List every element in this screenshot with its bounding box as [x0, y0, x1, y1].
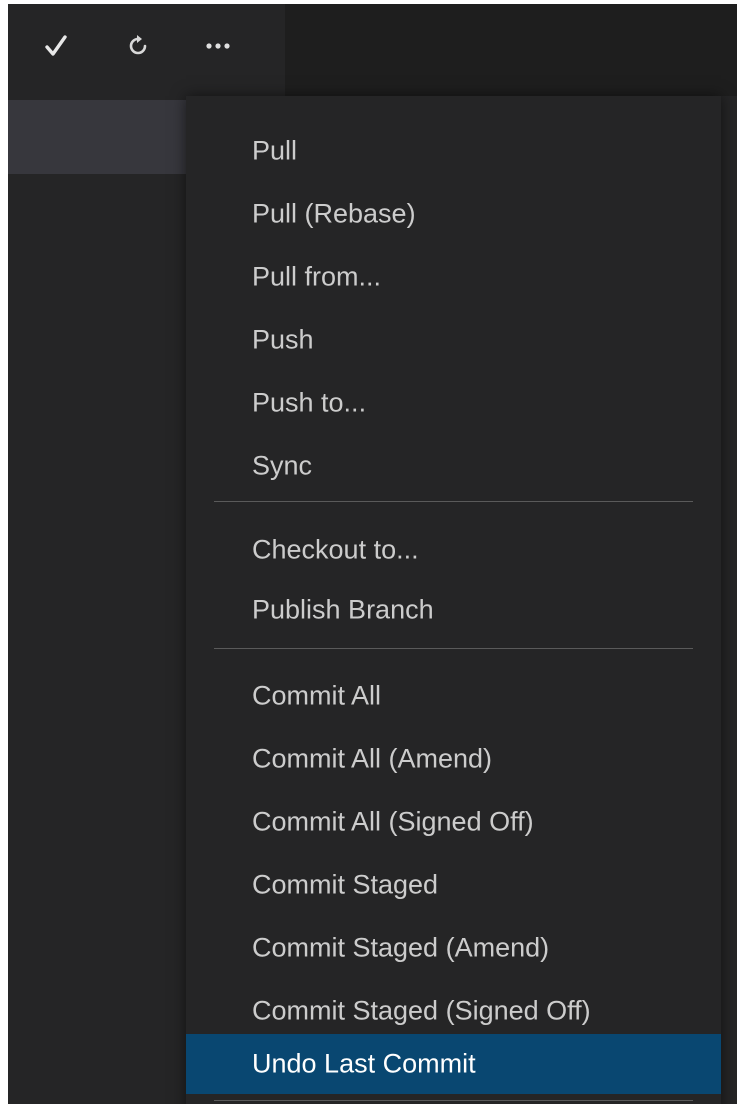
menu-item-pull-rebase[interactable]: Pull (Rebase) — [186, 184, 721, 244]
menu-item-label: Checkout to... — [252, 534, 419, 565]
screenshot-border — [0, 1104, 739, 1109]
menu-item-commit-all-signed-off[interactable]: Commit All (Signed Off) — [186, 792, 721, 852]
commit-button[interactable] — [36, 26, 76, 66]
selected-list-row[interactable] — [8, 100, 186, 174]
check-icon — [45, 35, 67, 56]
menu-item-label: Commit All (Amend) — [252, 743, 493, 774]
scm-toolbar — [8, 4, 285, 96]
menu-item-label: Commit Staged (Amend) — [252, 932, 550, 963]
menu-item-checkout-to[interactable]: Checkout to... — [186, 520, 721, 580]
menu-item-label: Undo Last Commit — [252, 1048, 476, 1079]
menu-item-commit-staged-amend[interactable]: Commit Staged (Amend) — [186, 918, 721, 978]
refresh-button[interactable] — [118, 26, 158, 66]
menu-separator — [214, 648, 693, 649]
menu-item-pull-from[interactable]: Pull from... — [186, 247, 721, 307]
menu-item-label: Commit All — [252, 680, 382, 711]
menu-separator — [214, 1100, 693, 1101]
menu-item-label: Commit Staged (Signed Off) — [252, 995, 591, 1026]
menu-item-label: Pull (Rebase) — [252, 198, 416, 229]
menu-item-label: Sync — [252, 450, 313, 481]
menu-item-label: Commit Staged — [252, 869, 439, 900]
menu-item-label: Pull from... — [252, 261, 382, 292]
more-actions-menu: Pull Pull (Rebase) Pull from... Push Pus… — [186, 96, 721, 1104]
scm-panel: Pull Pull (Rebase) Pull from... Push Pus… — [8, 4, 737, 1104]
menu-item-label: Pull — [252, 135, 298, 166]
more-actions-button[interactable] — [198, 26, 238, 66]
menu-item-label: Push to... — [252, 387, 367, 418]
menu-item-commit-staged[interactable]: Commit Staged — [186, 855, 721, 915]
more-icon — [206, 43, 230, 49]
menu-item-commit-all[interactable]: Commit All — [186, 666, 721, 726]
menu-item-label: Publish Branch — [252, 594, 434, 625]
menu-item-undo-last-commit[interactable]: Undo Last Commit — [186, 1034, 721, 1094]
menu-item-publish-branch[interactable]: Publish Branch — [186, 580, 721, 640]
menu-item-commit-staged-signed-off[interactable]: Commit Staged (Signed Off) — [186, 981, 721, 1041]
menu-item-sync[interactable]: Sync — [186, 436, 721, 496]
menu-separator — [214, 501, 693, 502]
menu-item-pull[interactable]: Pull — [186, 121, 721, 181]
menu-item-push-to[interactable]: Push to... — [186, 373, 721, 433]
menu-item-label: Commit All (Signed Off) — [252, 806, 534, 837]
menu-item-push[interactable]: Push — [186, 310, 721, 370]
refresh-icon — [129, 35, 147, 55]
menu-item-label: Push — [252, 324, 314, 355]
menu-item-commit-all-amend[interactable]: Commit All (Amend) — [186, 729, 721, 789]
